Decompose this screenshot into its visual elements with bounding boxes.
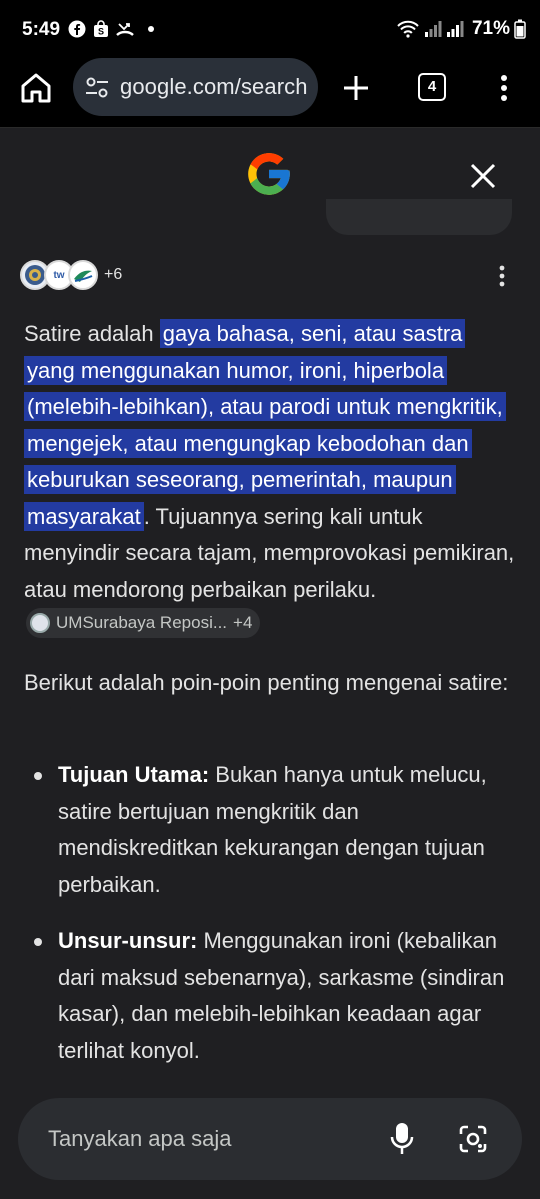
wifi-icon bbox=[397, 20, 419, 38]
more-vert-icon[interactable] bbox=[492, 72, 516, 104]
battery-percent: 71% bbox=[471, 18, 510, 39]
more-options-icon[interactable] bbox=[496, 264, 508, 288]
signal-icon bbox=[424, 21, 442, 37]
citation-count: +4 bbox=[233, 612, 253, 632]
missed-call-icon bbox=[116, 23, 134, 36]
mic-icon[interactable] bbox=[390, 1122, 414, 1156]
leaf-logo[interactable] bbox=[68, 260, 98, 290]
url-text[interactable]: google.com/search bbox=[120, 74, 308, 100]
highlighted-definition: gaya bahasa, seni, atau sastra yang meng… bbox=[24, 319, 506, 531]
shopping-bag-icon: S bbox=[94, 20, 108, 37]
intro-text: Satire adalah bbox=[24, 321, 160, 346]
svg-text:S: S bbox=[98, 27, 104, 37]
sources-row[interactable]: tw +6 bbox=[20, 259, 122, 291]
battery-icon bbox=[514, 19, 526, 39]
system-icons: 71% bbox=[396, 18, 526, 40]
ai-answer-panel: tw +6 Satire adalah gaya bahasa, seni, a… bbox=[0, 129, 540, 1199]
browser-toolbar: google.com/search 4 bbox=[0, 58, 540, 128]
home-icon[interactable] bbox=[18, 70, 54, 106]
lens-icon[interactable] bbox=[458, 1124, 488, 1154]
plus-icon[interactable] bbox=[340, 72, 372, 104]
tune-icon[interactable] bbox=[85, 77, 109, 99]
previous-message-bubble bbox=[326, 199, 512, 235]
bullet-title: Unsur-unsur: bbox=[58, 928, 198, 953]
sources-more-count[interactable]: +6 bbox=[104, 266, 122, 284]
ask-input[interactable]: Tanyakan apa saja bbox=[48, 1126, 231, 1152]
dot-icon bbox=[148, 26, 154, 32]
bullet-title: Tujuan Utama: bbox=[58, 762, 210, 787]
notification-icons: S bbox=[68, 20, 154, 38]
ums-logo-icon bbox=[30, 613, 50, 633]
list-item: Tujuan Utama: Bukan hanya untuk melucu, … bbox=[24, 757, 516, 903]
citation-chip[interactable]: UMSurabaya Reposi... +4 bbox=[26, 608, 261, 638]
citation-label: UMSurabaya Reposi... bbox=[56, 612, 228, 632]
facebook-icon bbox=[68, 20, 86, 38]
answer-intro: Satire adalah gaya bahasa, seni, atau sa… bbox=[24, 316, 516, 647]
list-item: Unsur-unsur: Menggunakan ironi (kebalika… bbox=[24, 923, 516, 1069]
close-icon[interactable] bbox=[466, 159, 500, 193]
address-bar[interactable]: google.com/search bbox=[73, 58, 318, 116]
status-time: 5:49 bbox=[22, 19, 61, 40]
points-intro: Berikut adalah poin-poin penting mengena… bbox=[24, 670, 509, 695]
tabs-icon[interactable]: 4 bbox=[418, 73, 446, 101]
google-g-logo bbox=[248, 153, 290, 195]
ask-input-bar[interactable]: Tanyakan apa saja bbox=[18, 1098, 522, 1180]
status-bar: 5:49 S 71% bbox=[0, 0, 540, 58]
signal-icon bbox=[446, 21, 464, 37]
key-points-list: Tujuan Utama: Bukan hanya untuk melucu, … bbox=[24, 757, 516, 1089]
